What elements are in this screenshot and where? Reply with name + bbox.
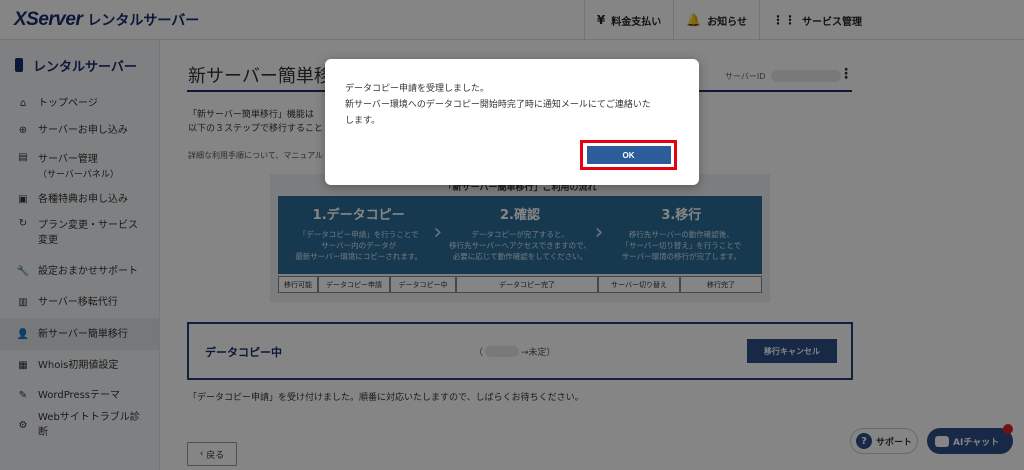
dialog-message: データコピー申請を受理しました。 新サーバー環境へのデータコピー開始時完了時に通…: [345, 81, 685, 129]
ok-button-highlight: OK: [580, 140, 677, 170]
confirmation-dialog: データコピー申請を受理しました。 新サーバー環境へのデータコピー開始時完了時に通…: [325, 59, 699, 185]
ok-button[interactable]: OK: [586, 146, 671, 164]
dialog-line-2: 新サーバー環境へのデータコピー開始時完了時に通知メールにてご連絡いた: [345, 100, 651, 110]
dialog-line-1: データコピー申請を受理しました。: [345, 84, 490, 94]
dialog-line-3: します。: [345, 116, 381, 126]
